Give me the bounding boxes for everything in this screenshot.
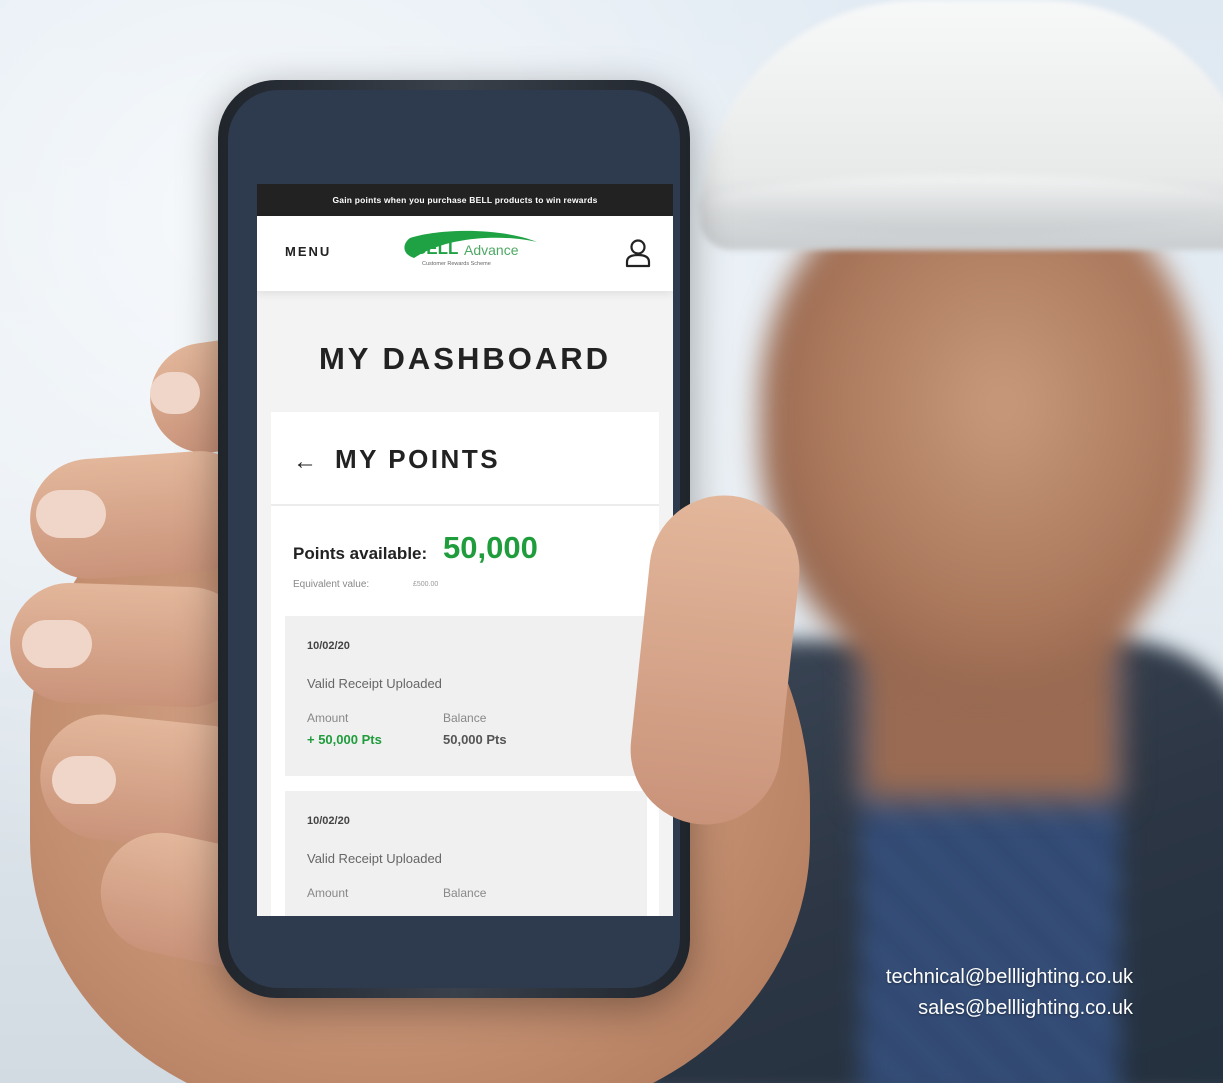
user-icon[interactable] bbox=[625, 238, 651, 268]
fingernail bbox=[36, 490, 106, 538]
technical-email[interactable]: technical@belllighting.co.uk bbox=[886, 962, 1133, 993]
sales-email[interactable]: sales@belllighting.co.uk bbox=[886, 993, 1133, 1024]
logo-tagline: Customer Rewards Scheme bbox=[422, 261, 491, 267]
contact-details: technical@belllighting.co.uk sales@belll… bbox=[886, 962, 1133, 1024]
equivalent-value-label: Equivalent value: bbox=[293, 579, 370, 590]
hard-hat-brim bbox=[700, 175, 1223, 235]
smartphone: Gain points when you purchase BELL produ… bbox=[218, 80, 690, 998]
points-card-header: ← MY POINTS bbox=[271, 412, 659, 506]
page-title: MY DASHBOARD bbox=[318, 341, 612, 376]
phone-bezel: Gain points when you purchase BELL produ… bbox=[228, 90, 680, 988]
amount-label: Amount bbox=[307, 886, 349, 900]
balance-label: Balance bbox=[443, 886, 487, 900]
amount-label: Amount bbox=[307, 711, 349, 725]
bell-advance-logo[interactable]: BELL Advance Customer Rewards Scheme bbox=[392, 228, 542, 276]
transaction-date: 10/02/20 bbox=[307, 640, 350, 652]
transaction-item[interactable]: 10/02/20 Valid Receipt Uploaded Amount B… bbox=[285, 791, 647, 916]
logo-brand: BELL bbox=[414, 239, 459, 258]
points-available-label: Points available: bbox=[293, 544, 428, 563]
transaction-balance: 50,000 Pts bbox=[443, 732, 507, 747]
points-card: Points available: 50,000 Equivalent valu… bbox=[271, 506, 659, 916]
menu-button[interactable]: MENU bbox=[285, 244, 331, 259]
phone-screen: Gain points when you purchase BELL produ… bbox=[257, 184, 673, 916]
promo-banner: Gain points when you purchase BELL produ… bbox=[257, 184, 673, 216]
section-title: MY POINTS bbox=[335, 444, 501, 474]
fingernail bbox=[150, 372, 200, 414]
logo-sub-brand: Advance bbox=[464, 242, 519, 258]
transaction-description: Valid Receipt Uploaded bbox=[307, 851, 442, 866]
points-available-value: 50,000 bbox=[443, 530, 538, 565]
balance-label: Balance bbox=[443, 711, 487, 725]
app-header: MENU BELL Advance Customer Rewards Schem… bbox=[257, 216, 673, 291]
equivalent-value: £500.00 bbox=[413, 581, 439, 588]
transaction-date: 10/02/20 bbox=[307, 815, 350, 827]
fingernail bbox=[52, 756, 116, 804]
transaction-description: Valid Receipt Uploaded bbox=[307, 676, 442, 691]
arrow-left-icon[interactable]: ← bbox=[293, 448, 317, 476]
transaction-amount: + 50,000 Pts bbox=[307, 732, 382, 747]
transaction-item[interactable]: 10/02/20 Valid Receipt Uploaded Amount B… bbox=[285, 616, 647, 776]
fingernail bbox=[22, 620, 92, 668]
hero-image: Gain points when you purchase BELL produ… bbox=[0, 0, 1223, 1083]
